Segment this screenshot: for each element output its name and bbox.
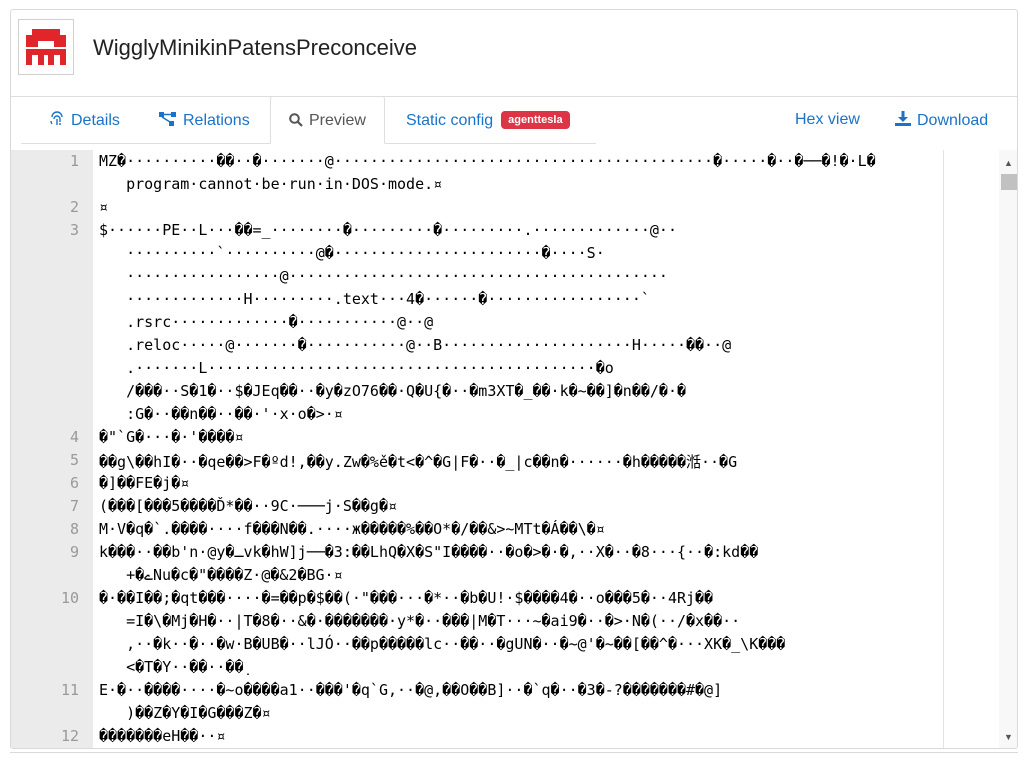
tab-relations-label: Relations [183,112,250,129]
hex-view-link[interactable]: Hex view [795,111,860,129]
code-line: program·cannot·be·run·in·DOS·mode.¤ [99,175,443,193]
sample-panel: WigglyMinikinPatensPreconceive Details R… [10,9,1018,749]
code-line: E·�··����····�~o����a1··���'�q`G,··�@,��… [99,681,723,699]
code-line: /���··S�1�··$�JEq��··�y�zO76��·Q�U{�··�m… [99,382,686,400]
code-line: +�ےNu�c�"����Z·@�&2�BG·¤ [99,566,343,584]
code-line: ,··�k··�··�w·B�UB�··lJÓ··��p�����lc··��·… [99,635,786,653]
footer-divider [10,752,1018,765]
tab-details[interactable]: Details [49,111,120,132]
line-number: 8 [69,520,79,538]
line-number: 7 [69,497,79,515]
tab-relations[interactable]: Relations [159,111,250,132]
tab-preview-label: Preview [309,112,366,129]
download-icon [895,111,911,132]
sample-logo-icon [26,29,66,65]
fingerprint-icon [49,111,65,132]
code-line: .reloc·····@·······�···········@··B·····… [99,336,732,354]
code-line: �"`G�···�·'����¤ [99,428,244,446]
line-number: 6 [69,474,79,492]
line-number: 11 [60,681,79,699]
hex-view-label: Hex view [795,111,860,128]
line-number: 4 [69,428,79,446]
scroll-up-icon[interactable]: ▲ [1004,158,1013,168]
code-line: M·V�q�`.����····f���N��.····ж�����%��O*�… [99,520,605,538]
download-label: Download [917,112,989,129]
print-margin [943,150,944,748]
code-line: ··········`··········@�·················… [99,244,605,262]
line-number-gutter [11,150,93,748]
scroll-down-icon[interactable]: ▼ [1004,732,1013,742]
family-badge: agenttesla [501,111,570,129]
code-line: ·············H·········.text···4�······�… [99,290,650,308]
code-line: �]��FE�j�¤ [99,474,190,492]
preview-code-view[interactable]: ▲ ▼ 1 MZ�··········��··�·······@·········… [11,150,1017,748]
code-line: k���··��b'n·@y�ـvk�hW]j──�3:��LhQ�X�S"I�… [99,543,759,561]
tab-bar: Details Relations Preview Static config a… [11,96,1017,144]
code-line: $······PE··L···��=_········�·········�··… [99,221,677,239]
code-line: )��Z�Y�I�G���Z�¤ [99,704,271,722]
code-line: .·······L·······························… [99,359,614,377]
code-line: <�T�Y··��··��̣ [99,658,244,676]
line-number: 5 [69,451,79,469]
download-link[interactable]: Download [895,111,988,132]
line-number: 12 [60,727,79,745]
code-line: :G�··��n��··��·'·x·o�>·¤ [99,405,343,423]
code-line: (���[���5����Ď*��··9C·───j·S��g�¤ [99,497,398,515]
relations-icon [159,111,177,132]
tab-details-label: Details [71,112,120,129]
sample-header: WigglyMinikinPatensPreconceive [11,10,1017,97]
tab-static-config-label: Static config [406,112,494,129]
line-number: 9 [69,543,79,561]
scroll-thumb[interactable] [1001,174,1017,190]
tab-preview[interactable]: Preview [270,96,385,144]
code-line: MZ�··········��··�·······@··············… [99,152,876,170]
page-title: WigglyMinikinPatensPreconceive [93,35,418,60]
tab-static-config[interactable]: Static config agenttesla [406,111,570,130]
code-line: =I�\�Mj�H�··|T�8�··&�·�������·y*�··���|M… [99,612,741,630]
sample-logo [18,19,74,75]
line-number: 1 [69,152,79,170]
code-line: �·��I��;�qt���····�=��p�$��(·"���···�*··… [99,589,714,607]
line-number: 2 [69,198,79,216]
search-icon [289,113,303,132]
code-line: ¤ [99,198,109,216]
code-line: .rsrc·············�···········@··@ [99,313,434,331]
vertical-scrollbar[interactable]: ▲ ▼ [999,150,1017,748]
line-number: 3 [69,221,79,239]
code-line: ·················@······················… [99,267,668,285]
line-number: 10 [60,589,79,607]
code-line: �������eH��··¤ [99,727,226,745]
code-line: ��g\��hI�··�qe��>F�ºd!,��y.Zw�%ě�t<�^�G|… [99,453,738,471]
